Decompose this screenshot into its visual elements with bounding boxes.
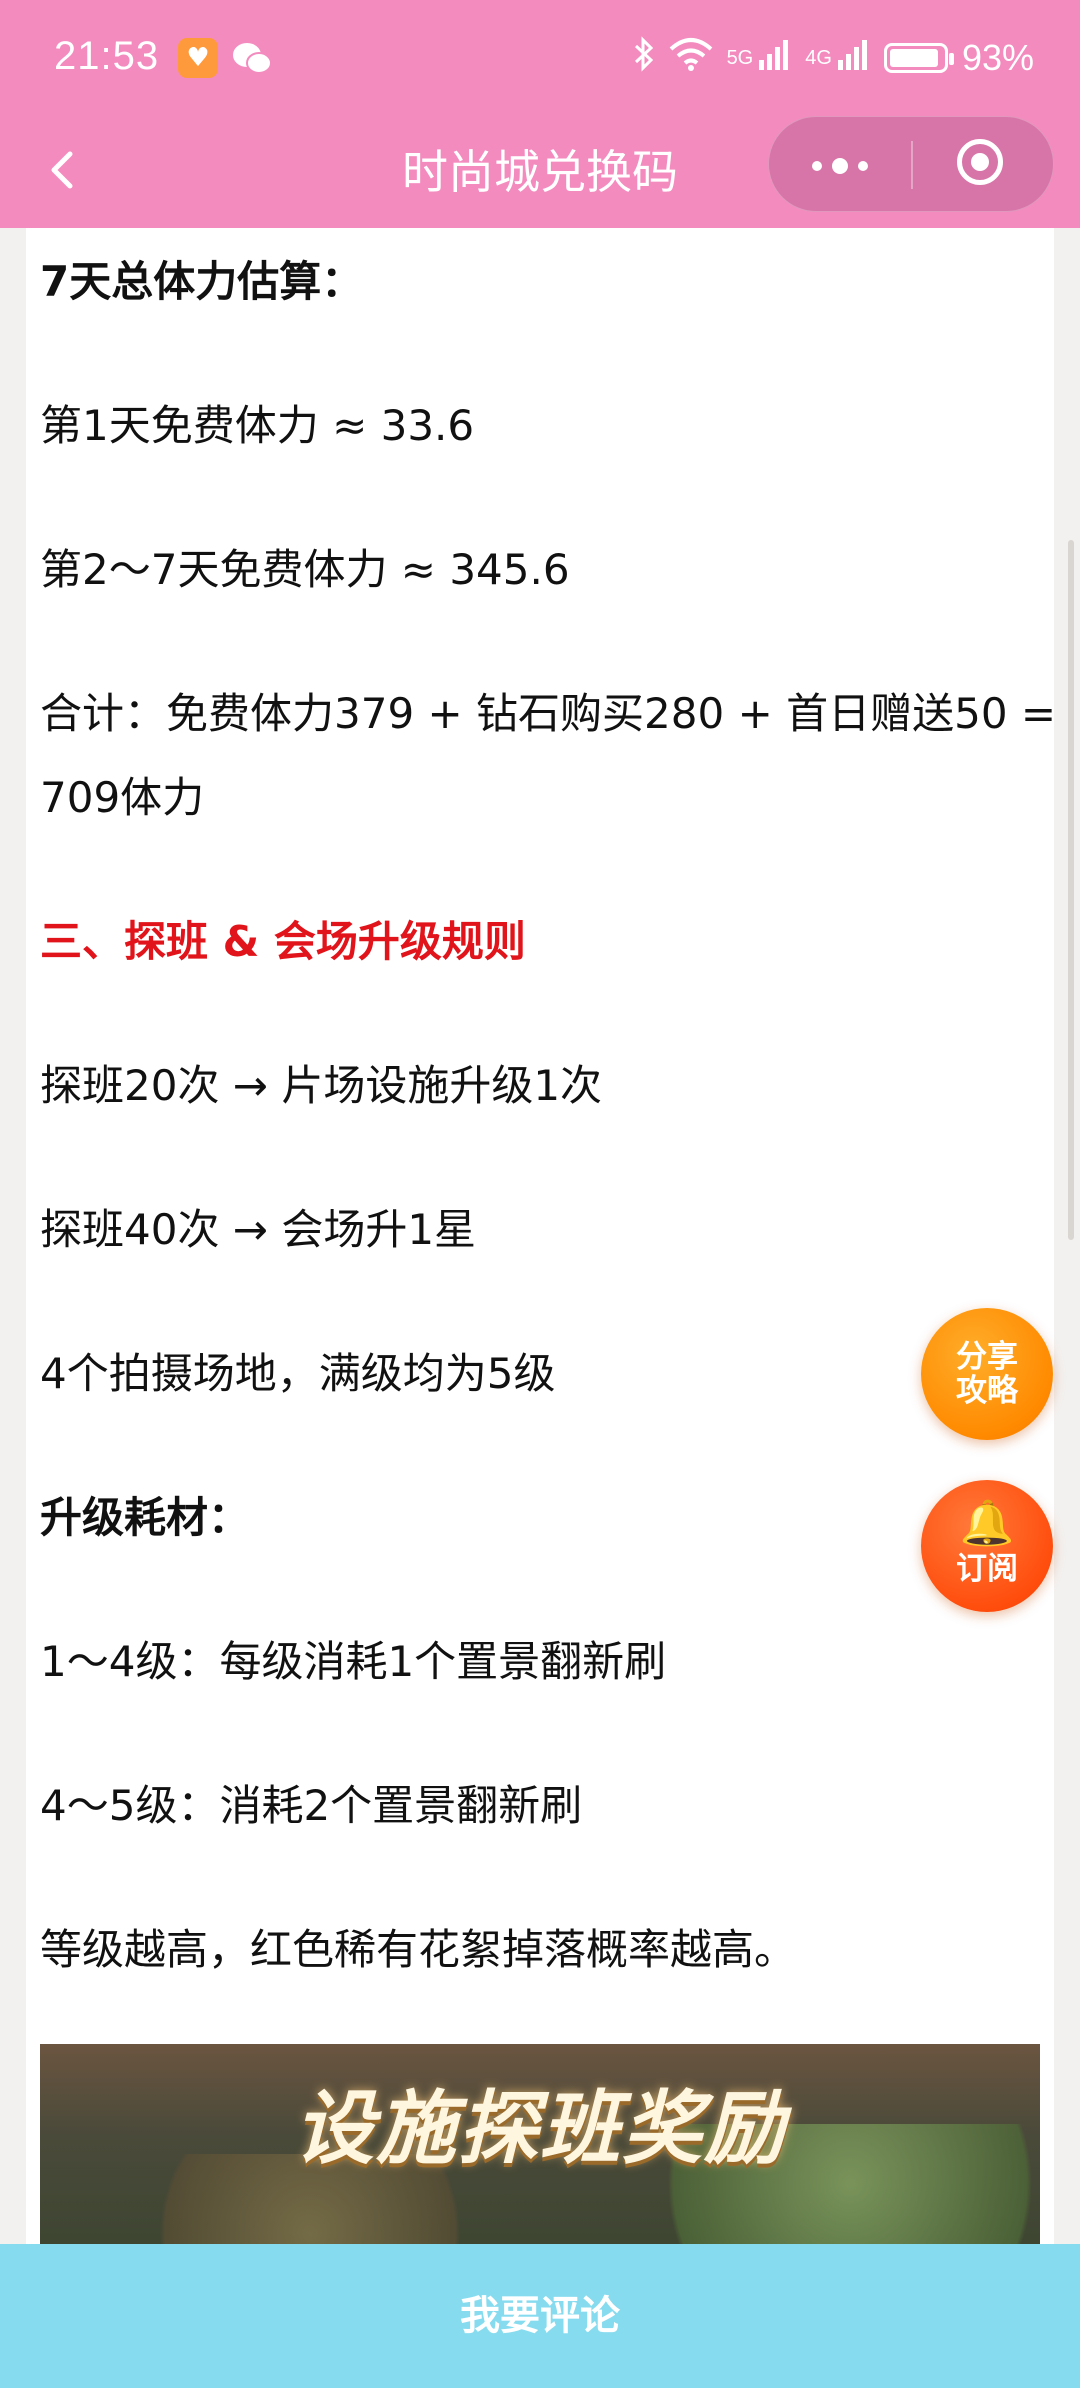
battery-percent: 93%	[961, 37, 1034, 78]
status-time: 21:53	[54, 34, 160, 78]
paragraph: 1～4级：每级消耗1个置景翻新刷	[40, 1637, 667, 1686]
section-subheading: 7天总体力估算：	[40, 257, 364, 306]
comment-button[interactable]: 我要评论	[0, 2244, 1080, 2388]
signal-5g-icon	[757, 37, 791, 79]
share-strategy-label: 分享攻略	[956, 1339, 1018, 1409]
heart-app-icon: ♥	[178, 38, 218, 78]
signal-4g-icon	[836, 37, 870, 79]
more-dots-icon	[812, 157, 868, 174]
image-caption-text: 设施探班奖励	[294, 2082, 786, 2175]
miniapp-capsule	[768, 116, 1054, 212]
bluetooth-icon	[633, 36, 655, 80]
subscribe-label: 订阅	[956, 1551, 1018, 1587]
paragraph: 第2～7天免费体力 ≈ 345.6	[40, 545, 570, 594]
signal-5g-label: 5G	[726, 46, 754, 69]
paragraph: 4个拍摄场地，满级均为5级	[40, 1349, 556, 1398]
share-strategy-button[interactable]: 分享攻略	[921, 1308, 1053, 1440]
paragraph: 探班20次 → 片场设施升级1次	[40, 1061, 603, 1110]
bell-icon: 🔔	[959, 1498, 1015, 1549]
app-header: 21:53 ♥ 5G 4G 93% 时尚城兑换码	[0, 0, 1080, 228]
section-subheading: 升级耗材：	[40, 1493, 251, 1542]
signal-4g-label: 4G	[805, 46, 832, 69]
article-image: 设施探班奖励	[40, 2044, 1040, 2244]
status-indicators: 5G 4G 93%	[633, 36, 1034, 80]
wechat-icon	[230, 38, 274, 78]
more-button[interactable]	[769, 117, 911, 213]
paragraph: 第1天免费体力 ≈ 33.6	[40, 401, 475, 450]
battery-icon	[883, 43, 954, 73]
scrollbar[interactable]	[1068, 540, 1074, 1240]
status-bar: 21:53 ♥ 5G 4G 93%	[0, 0, 1080, 120]
article-content: 7天总体力估算： 第1天免费体力 ≈ 33.6 第2～7天免费体力 ≈ 345.…	[26, 228, 1054, 2244]
paragraph: 合计：免费体力379 + 钻石购买280 + 首日赠送50 = 709体力	[40, 689, 1054, 822]
paragraph: 4～5级：消耗2个置景翻新刷	[40, 1781, 583, 1830]
nav-bar: 时尚城兑换码	[0, 112, 1080, 228]
paragraph: 等级越高，红色稀有花絮掉落概率越高。	[40, 1925, 797, 1974]
paragraph: 探班40次 → 会场升1星	[40, 1205, 477, 1254]
wifi-icon	[669, 37, 713, 79]
close-miniapp-button[interactable]	[913, 117, 1055, 213]
subscribe-button[interactable]: 🔔 订阅	[921, 1480, 1053, 1612]
section-heading: 三、探班 & 会场升级规则	[40, 917, 526, 966]
